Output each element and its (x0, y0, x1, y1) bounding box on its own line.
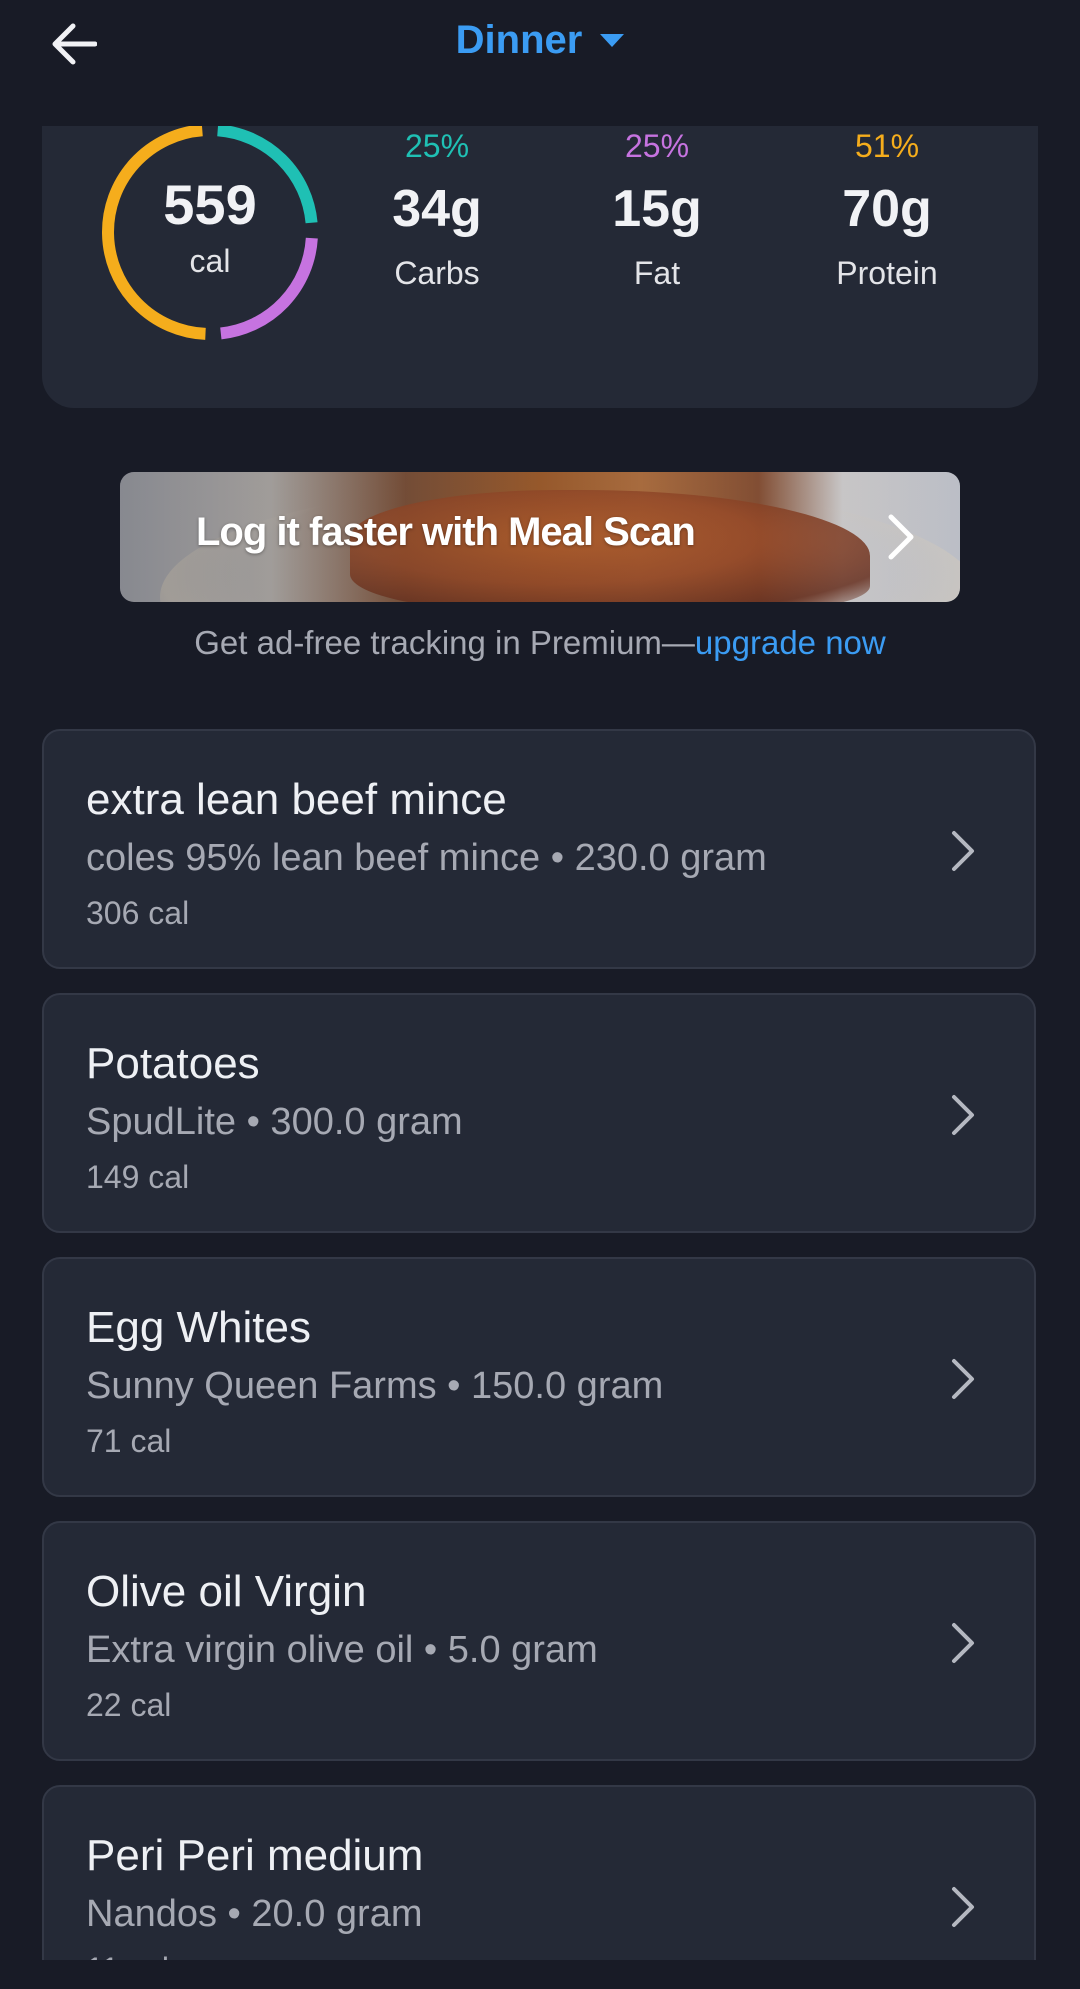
macro-fat-label: Fat (633, 255, 681, 291)
food-item-extra-lean-beef-mince[interactable]: extra lean beef mince coles 95% lean bee… (42, 729, 1036, 969)
chevron-right-icon (952, 1887, 974, 1927)
food-calories: 22 cal (86, 1687, 172, 1723)
food-detail: coles 95% lean beef mince • 230.0 gram (86, 837, 767, 879)
chevron-right-icon (952, 831, 974, 871)
caret-down-icon (600, 33, 625, 47)
macro-fat-percent: 25% (624, 128, 690, 164)
meal-detail-screen: Dinner 559 cal 25% 34g Carbs 25% 15g Fat… (0, 0, 1080, 1989)
chevron-right-icon (888, 514, 914, 560)
food-calories: 306 cal (86, 895, 190, 931)
food-detail: Extra virgin olive oil • 5.0 gram (86, 1629, 598, 1671)
macro-protein-label: Protein (836, 255, 938, 291)
food-name: Peri Peri medium (86, 1831, 424, 1880)
macro-carbs-amount: 34g (392, 180, 482, 238)
food-item-olive-oil-virgin[interactable]: Olive oil Virgin Extra virgin olive oil … (42, 1521, 1036, 1761)
chevron-right-icon (952, 1359, 974, 1399)
macro-protein-percent: 51% (854, 128, 920, 164)
header: Dinner (0, 0, 1080, 126)
calorie-total: 559 cal (96, 118, 324, 346)
food-item-peri-peri-medium[interactable]: Peri Peri medium Nandos • 20.0 gram 11 c… (42, 1785, 1036, 1989)
food-calories: 71 cal (86, 1423, 172, 1459)
macro-carbs: 25% 34g Carbs (337, 126, 537, 292)
meal-scan-banner[interactable]: Log it faster with Meal Scan (120, 472, 960, 602)
calorie-value: 559 (163, 172, 257, 236)
food-name: Potatoes (86, 1039, 260, 1088)
food-detail: Nandos • 20.0 gram (86, 1893, 423, 1935)
food-name: Olive oil Virgin (86, 1567, 367, 1616)
macro-carbs-label: Carbs (394, 255, 480, 291)
macro-carbs-percent: 25% (404, 128, 470, 164)
food-name: Egg Whites (86, 1303, 311, 1352)
macro-fat: 25% 15g Fat (557, 126, 757, 292)
food-item-egg-whites[interactable]: Egg Whites Sunny Queen Farms • 150.0 gra… (42, 1257, 1036, 1497)
food-item-potatoes[interactable]: Potatoes SpudLite • 300.0 gram 149 cal (42, 993, 1036, 1233)
calorie-unit: cal (189, 242, 231, 279)
page-title: Dinner (455, 18, 583, 62)
banner-text: Log it faster with Meal Scan (196, 510, 696, 554)
food-detail: Sunny Queen Farms • 150.0 gram (86, 1365, 664, 1407)
promo-text: Get ad-free tracking in Premium— (194, 624, 695, 661)
chevron-right-icon (952, 1623, 974, 1663)
food-calories: 149 cal (86, 1159, 190, 1195)
macro-fat-amount: 15g (612, 180, 702, 238)
food-name: extra lean beef mince (86, 775, 507, 824)
food-detail: SpudLite • 300.0 gram (86, 1101, 463, 1143)
premium-promo: Get ad-free tracking in Premium—upgrade … (0, 624, 1080, 662)
macro-protein-amount: 70g (842, 180, 932, 238)
macro-protein: 51% 70g Protein (787, 126, 987, 292)
bottom-edge (0, 1960, 1080, 1989)
meal-selector-dropdown[interactable]: Dinner (456, 18, 625, 63)
chevron-right-icon (952, 1095, 974, 1135)
upgrade-now-link[interactable]: upgrade now (695, 624, 886, 661)
